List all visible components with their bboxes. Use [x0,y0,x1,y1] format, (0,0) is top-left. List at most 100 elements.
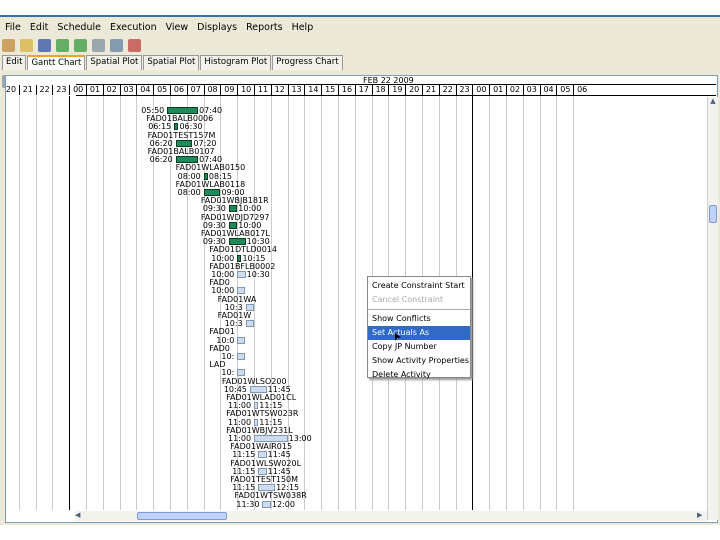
grid-line [506,96,508,510]
grid-line [136,96,138,510]
task-start-time: 06:20 [149,155,173,165]
vertical-scrollbar[interactable]: ▲ [707,97,718,520]
hour-tick: 18 [371,85,389,95]
task-start-time: 08:00 [177,188,201,197]
hour-tick: 20 [405,85,422,95]
hour-tick: 02 [506,85,523,95]
grid-line [119,96,121,510]
menu-item-cancel-constraint: Cancel Constraint [372,295,444,304]
preview-icon[interactable] [110,38,123,52]
print-icon[interactable] [92,38,105,52]
gantt-chart[interactable]: FEB 22 2009 1718192021222300010203040506… [5,75,718,523]
menu-help[interactable]: Help [292,22,314,33]
hour-tick: 04 [539,85,557,95]
hour-tick: 13 [287,85,305,95]
task-bar[interactable] [262,500,271,508]
menu-item-set-actuals-as-scheduled[interactable]: Set Actuals As Scheduled [368,326,470,351]
grid-line [573,96,575,510]
menu-item-delete-activity[interactable]: Delete Activity [368,368,470,382]
hour-tick: 06 [573,85,590,95]
tab-edit[interactable]: Edit [2,55,27,70]
tab-spatial-plot[interactable]: Spatial Plot [143,55,200,70]
vertical-scroll-thumb[interactable] [709,205,717,223]
open-icon[interactable] [20,38,33,52]
tab-histogram-plot[interactable]: Histogram Plot [200,55,272,70]
task-bar[interactable] [228,238,246,246]
menu-execution[interactable]: Execution [110,22,157,33]
tab-spatial-plot[interactable]: Spatial Plot [86,55,143,70]
task-bar[interactable] [237,287,246,295]
menu-edit[interactable]: Edit [30,22,48,33]
task-bar[interactable] [258,467,267,475]
task-bar[interactable] [237,336,246,344]
grid-line [18,96,20,510]
scroll-left-icon[interactable]: ◀ [75,511,85,519]
grid-line [304,96,306,510]
grid-line [556,96,558,510]
menu-item-create-constraint-start[interactable]: Create Constraint Start [368,279,470,293]
import-icon[interactable] [56,38,69,52]
task-bar[interactable] [167,107,199,114]
task-end-time: 12:00 [271,499,295,509]
hour-tick: 01 [489,85,506,95]
grid-line [489,96,491,510]
grid-line [472,96,474,510]
grid-line [321,96,323,510]
task-bar[interactable] [175,156,199,164]
task-bar[interactable] [245,303,254,311]
menu-schedule[interactable]: Schedule [57,22,101,33]
menu-reports[interactable]: Reports [246,22,282,33]
task-bar[interactable] [228,205,238,213]
hour-tick: 14 [304,85,321,95]
tab-gantt-chart[interactable]: Gantt Chart [27,55,86,70]
task-bar[interactable] [175,139,193,147]
calendar-icon[interactable] [128,38,141,52]
hour-tick: 05 [153,85,170,95]
task-bar[interactable] [249,385,267,393]
hour-tick: 08 [203,85,221,95]
task-bar[interactable] [203,189,221,196]
task-end-time: 10:30 [246,270,270,279]
tab-progress-chart[interactable]: Progress Chart [272,55,343,70]
hour-tick: 03 [522,85,540,95]
horizontal-scroll-thumb[interactable] [137,512,227,520]
menu-item-copy-jp-number[interactable]: Copy JP Number [368,340,470,354]
horizontal-scrollbar[interactable]: ◀ ▶ [75,511,707,521]
scroll-right-icon[interactable]: ▶ [697,511,707,519]
menu-view[interactable]: View [166,22,189,33]
hour-tick: 21 [422,85,439,95]
new-icon[interactable] [2,38,15,52]
task-bar[interactable] [258,451,267,459]
grid-line [338,96,340,510]
menu-item-show-conflicts[interactable]: Show Conflicts [368,312,470,326]
grid-line [69,96,71,510]
task-bar[interactable] [174,123,179,131]
menu-item-show-activity-properties[interactable]: Show Activity Properties [368,354,470,368]
menu-displays[interactable]: Displays [197,22,237,33]
view-tabs: Edit Gantt Chart Spatial Plot Spatial Plot H… [2,55,344,70]
task-bar[interactable] [237,369,246,377]
task-start-time: 11:30 [236,499,260,509]
task-bar[interactable] [258,484,276,492]
task-bar[interactable] [237,254,242,262]
task-bar[interactable] [203,172,208,180]
task-bar[interactable] [237,271,246,278]
task-bar[interactable] [237,353,246,360]
task-bar[interactable] [254,402,259,410]
task-bar[interactable] [254,435,288,442]
scroll-up-icon[interactable]: ▲ [708,97,718,107]
hour-tick: 12 [270,85,288,95]
task-bar[interactable] [228,221,238,229]
hour-tick: 11 [254,85,271,95]
task-bar[interactable] [254,418,259,426]
task-bar[interactable] [245,320,254,328]
menu-separator [368,309,470,310]
hour-tick: 04 [136,85,153,95]
menu-file[interactable]: File [5,22,21,33]
hour-tick: 09 [220,85,237,95]
grid-line [522,96,524,510]
hour-tick: 00 [69,85,86,95]
save-icon[interactable] [38,38,51,52]
export-icon[interactable] [74,38,87,52]
hour-tick: 00 [472,85,489,95]
